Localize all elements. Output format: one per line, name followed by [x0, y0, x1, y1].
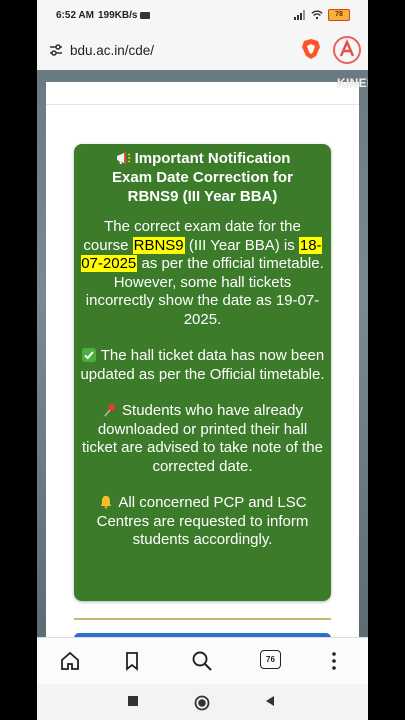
site-settings-icon[interactable]: [49, 43, 63, 57]
camera-record-icon: [140, 11, 151, 19]
phone-screen: 6:52 AM 199KB/s 78 bdu.ac.in/cde/ Import…: [37, 0, 368, 720]
back-icon[interactable]: [264, 695, 276, 707]
kinemaster-logo-icon: [333, 36, 361, 64]
p1-mid-text: (III Year BBA) is: [184, 236, 299, 254]
home-icon[interactable]: [59, 650, 81, 672]
status-bar: 6:52 AM 199KB/s 78: [37, 0, 368, 30]
section-divider: [74, 618, 331, 620]
wifi-icon: [311, 10, 323, 20]
search-icon[interactable]: [191, 650, 213, 672]
p1-after-text: as per the official timetable.: [137, 255, 324, 272]
pushpin-icon: [104, 403, 116, 417]
brave-shield-icon[interactable]: [300, 38, 322, 60]
more-menu-icon[interactable]: [323, 650, 345, 672]
paragraph-centres: All concerned PCP and LSC Centres are re…: [80, 494, 325, 550]
check-mark-icon: [81, 348, 96, 362]
notification-body: The correct exam date for the course RBN…: [74, 218, 331, 550]
megaphone-icon: [116, 152, 131, 164]
paragraph-students: Students who have already downloaded or …: [80, 402, 325, 476]
network-speed: 199KB/s: [97, 9, 138, 21]
browser-bottom-toolbar: [37, 637, 368, 685]
paragraph-correct-date: The correct exam date for the course RBN…: [80, 218, 325, 274]
title-line-1: Important Notification: [134, 150, 291, 167]
recents-icon[interactable]: [127, 695, 139, 707]
course-highlight: RBNS9: [132, 236, 185, 254]
home-button-icon[interactable]: [194, 695, 210, 711]
paragraph-updated: The hall ticket data has now been update…: [80, 347, 325, 384]
web-page: Important Notification Exam Date Correct…: [37, 70, 368, 642]
p5-text: All concerned PCP and LSC Centres are re…: [96, 494, 309, 548]
browser-address-bar[interactable]: bdu.ac.in/cde/: [37, 30, 368, 70]
bookmark-icon[interactable]: [121, 650, 143, 672]
battery-icon: 78: [328, 9, 350, 21]
system-navigation-bar: [37, 684, 368, 720]
divider: [46, 104, 359, 105]
watermark-text: KINEMASTER: [337, 76, 368, 90]
signal-icon: [294, 10, 305, 20]
url-text[interactable]: bdu.ac.in/cde/: [70, 43, 154, 58]
paragraph-incorrect-date: However, some hall tickets incorrectly s…: [85, 273, 320, 328]
title-line-3: RBNS9 (III Year BBA): [127, 188, 278, 205]
bell-icon: [101, 495, 112, 509]
tabs-count-button[interactable]: 76: [260, 650, 281, 669]
status-time: 6:52 AM: [56, 9, 94, 21]
p3-text: The hall ticket data has now been update…: [80, 347, 325, 383]
notification-card: Important Notification Exam Date Correct…: [74, 144, 331, 601]
notification-title: Important Notification Exam Date Correct…: [74, 149, 331, 206]
title-line-2: Exam Date Correction for: [112, 169, 293, 186]
p4-text: Students who have already downloaded or …: [82, 402, 323, 475]
